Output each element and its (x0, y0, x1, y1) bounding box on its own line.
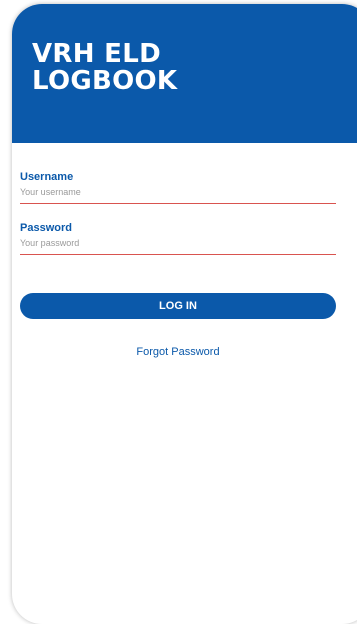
password-label: Password (20, 222, 72, 234)
app-title: VRH ELD LOGBOOK (32, 41, 292, 95)
app-title-line-1: VRH ELD (32, 39, 161, 69)
password-field-group: Password (20, 221, 336, 255)
login-form: Username Password (20, 170, 336, 272)
forgot-password-link[interactable]: Forgot Password (20, 346, 336, 358)
password-input[interactable] (20, 235, 336, 255)
username-field-group: Username (20, 170, 336, 204)
username-input[interactable] (20, 184, 336, 204)
app-title-line-2: LOGBOOK (32, 66, 178, 96)
username-label: Username (20, 171, 74, 183)
app-header: VRH ELD LOGBOOK (12, 4, 357, 143)
login-button[interactable]: LOG IN (20, 293, 336, 319)
